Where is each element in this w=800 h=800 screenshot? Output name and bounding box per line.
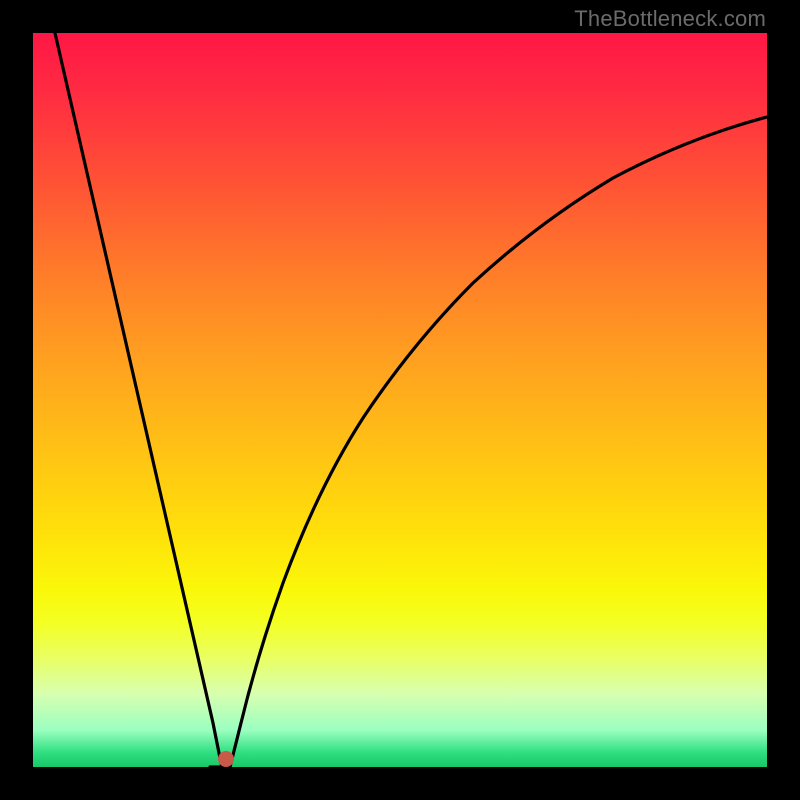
watermark-text: TheBottleneck.com: [574, 6, 766, 32]
optimal-point-marker: [218, 751, 234, 767]
curve-right-branch: [230, 117, 767, 767]
bottleneck-curve: [33, 33, 767, 767]
curve-left-branch: [55, 33, 222, 767]
chart-frame: TheBottleneck.com: [0, 0, 800, 800]
